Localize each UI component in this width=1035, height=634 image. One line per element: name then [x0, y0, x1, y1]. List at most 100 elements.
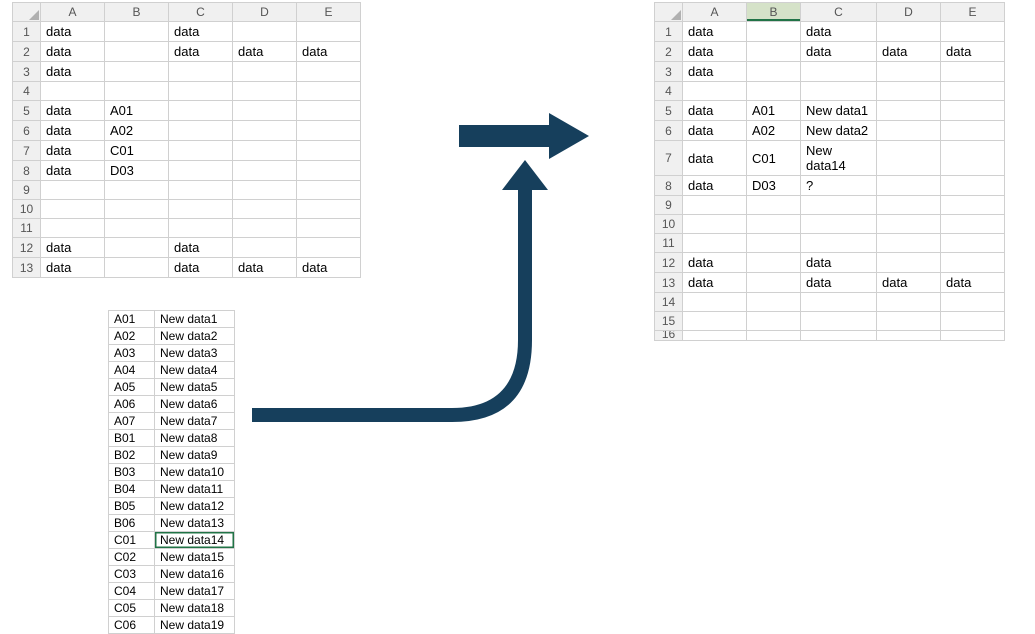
row-header[interactable]: 16: [655, 331, 683, 341]
cell[interactable]: [41, 219, 105, 238]
cell[interactable]: [877, 82, 941, 101]
row-header[interactable]: 14: [655, 293, 683, 312]
cell[interactable]: [105, 22, 169, 42]
row-header[interactable]: 4: [655, 82, 683, 101]
cell[interactable]: [233, 22, 297, 42]
cell[interactable]: [941, 22, 1005, 42]
cell[interactable]: data: [683, 273, 747, 293]
cell[interactable]: data: [877, 273, 941, 293]
cell[interactable]: data: [169, 258, 233, 278]
cell[interactable]: data: [941, 273, 1005, 293]
cell[interactable]: [747, 273, 801, 293]
cell[interactable]: [801, 312, 877, 331]
row-header[interactable]: 13: [655, 273, 683, 293]
cell[interactable]: data: [41, 101, 105, 121]
cell[interactable]: [105, 200, 169, 219]
cell[interactable]: [105, 181, 169, 200]
cell[interactable]: D03: [747, 176, 801, 196]
row-header[interactable]: 12: [655, 253, 683, 273]
cell[interactable]: [747, 253, 801, 273]
cell[interactable]: [233, 82, 297, 101]
cell[interactable]: data: [233, 42, 297, 62]
col-header[interactable]: C: [169, 3, 233, 22]
cell[interactable]: [801, 293, 877, 312]
cell[interactable]: [941, 234, 1005, 253]
col-header[interactable]: E: [297, 3, 361, 22]
cell[interactable]: [169, 181, 233, 200]
cell[interactable]: data: [801, 273, 877, 293]
cell[interactable]: data: [41, 22, 105, 42]
cell[interactable]: [747, 62, 801, 82]
lookup-value[interactable]: New data7: [155, 413, 235, 430]
cell[interactable]: [941, 62, 1005, 82]
row-header[interactable]: 13: [13, 258, 41, 278]
cell[interactable]: data: [683, 62, 747, 82]
lookup-key[interactable]: A03: [109, 345, 155, 362]
row-header[interactable]: 6: [13, 121, 41, 141]
cell[interactable]: data: [683, 141, 747, 176]
cell[interactable]: [747, 42, 801, 62]
cell[interactable]: [801, 331, 877, 341]
row-header[interactable]: 8: [655, 176, 683, 196]
cell[interactable]: ?: [801, 176, 877, 196]
col-header-selected[interactable]: B: [747, 3, 801, 22]
cell[interactable]: [877, 101, 941, 121]
row-header[interactable]: 2: [655, 42, 683, 62]
lookup-key[interactable]: C06: [109, 617, 155, 634]
cell[interactable]: [297, 22, 361, 42]
lookup-value[interactable]: New data9: [155, 447, 235, 464]
row-header[interactable]: 8: [13, 161, 41, 181]
col-header[interactable]: C: [801, 3, 877, 22]
cell[interactable]: [683, 293, 747, 312]
cell[interactable]: data: [41, 42, 105, 62]
cell[interactable]: [941, 121, 1005, 141]
cell[interactable]: [801, 82, 877, 101]
lookup-key[interactable]: C03: [109, 566, 155, 583]
cell[interactable]: [877, 62, 941, 82]
cell[interactable]: [105, 42, 169, 62]
cell[interactable]: [683, 234, 747, 253]
row-header[interactable]: 4: [13, 82, 41, 101]
cell[interactable]: New data2: [801, 121, 877, 141]
row-header[interactable]: 5: [13, 101, 41, 121]
cell[interactable]: [169, 62, 233, 82]
row-header[interactable]: 7: [655, 141, 683, 176]
cell[interactable]: [233, 101, 297, 121]
cell[interactable]: [877, 196, 941, 215]
cell[interactable]: [877, 176, 941, 196]
row-header[interactable]: 7: [13, 141, 41, 161]
row-header[interactable]: 6: [655, 121, 683, 141]
row-header[interactable]: 10: [655, 215, 683, 234]
cell[interactable]: [105, 82, 169, 101]
cell[interactable]: [941, 331, 1005, 341]
col-header[interactable]: E: [941, 3, 1005, 22]
lookup-value[interactable]: New data3: [155, 345, 235, 362]
cell[interactable]: [169, 141, 233, 161]
row-header[interactable]: 1: [655, 22, 683, 42]
cell[interactable]: [233, 121, 297, 141]
row-header[interactable]: 3: [13, 62, 41, 82]
cell[interactable]: [747, 331, 801, 341]
cell[interactable]: [877, 234, 941, 253]
cell[interactable]: [41, 82, 105, 101]
cell[interactable]: [747, 312, 801, 331]
col-header[interactable]: A: [683, 3, 747, 22]
cell[interactable]: data: [41, 238, 105, 258]
lookup-key[interactable]: B05: [109, 498, 155, 515]
col-header[interactable]: D: [877, 3, 941, 22]
cell[interactable]: data: [41, 62, 105, 82]
lookup-value[interactable]: New data1: [155, 311, 235, 328]
lookup-key[interactable]: A01: [109, 311, 155, 328]
cell[interactable]: [297, 62, 361, 82]
cell[interactable]: [877, 253, 941, 273]
cell[interactable]: [169, 121, 233, 141]
cell[interactable]: [941, 82, 1005, 101]
lookup-value[interactable]: New data10: [155, 464, 235, 481]
cell[interactable]: [747, 22, 801, 42]
cell[interactable]: [877, 22, 941, 42]
cell[interactable]: data: [683, 22, 747, 42]
cell[interactable]: A01: [747, 101, 801, 121]
lookup-key[interactable]: C02: [109, 549, 155, 566]
cell[interactable]: data: [169, 42, 233, 62]
lookup-key[interactable]: B06: [109, 515, 155, 532]
